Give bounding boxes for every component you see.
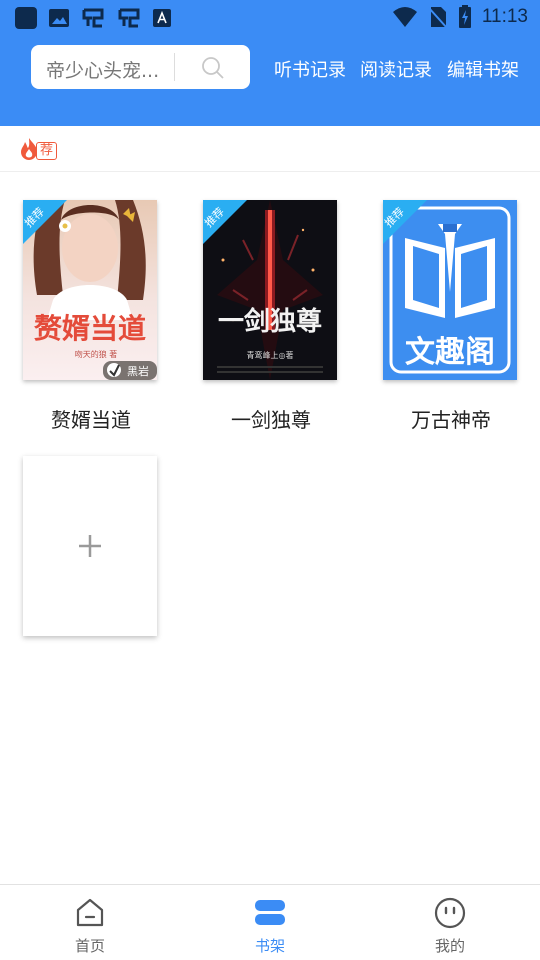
cover-author-text: 青鸾峰上◎著 (247, 350, 294, 360)
image-icon (48, 7, 70, 29)
book-title[interactable]: 万古神帝 (363, 404, 539, 433)
book-cover[interactable]: 一剑独尊 青鸾峰上◎著 推荐 (203, 200, 337, 380)
status-time: 11:13 (481, 6, 528, 27)
no-sim-icon (428, 5, 448, 29)
nav-profile-label: 我的 (434, 937, 465, 955)
app-icon (14, 6, 38, 30)
recommend-corner-badge: 推荐 (23, 200, 67, 244)
cover-publisher-text: 黑岩 (127, 364, 149, 378)
book-title[interactable]: 一剑独尊 (183, 404, 359, 433)
edit-shelf-link[interactable]: 编辑书架 (447, 56, 519, 82)
bug-icon (116, 6, 142, 30)
battery-charging-icon (458, 5, 472, 29)
profile-face-icon (434, 897, 466, 929)
bookshelf-icon (255, 900, 285, 925)
recommend-row[interactable]: 荐 (0, 126, 540, 172)
add-book-button[interactable] (23, 456, 157, 636)
app-header: 11:13 帝少心头宠... 听书记录 阅读记录 编辑书架 (0, 0, 540, 126)
search-divider (174, 53, 175, 81)
cover-title-text: 文趣阁 (405, 335, 495, 370)
bug-icon (80, 6, 106, 30)
plus-icon (79, 535, 101, 557)
book-cover[interactable]: 文趣阁 推荐 (383, 200, 517, 380)
recommend-label: 荐 (36, 142, 58, 160)
nav-bookshelf-label: 书架 (254, 937, 285, 955)
search-icon[interactable] (201, 56, 225, 84)
nav-home-label: 首页 (74, 937, 105, 955)
listen-history-link[interactable]: 听书记录 (274, 56, 346, 82)
status-bar: 11:13 (0, 0, 540, 36)
nav-bookshelf[interactable]: 书架 (220, 885, 320, 960)
search-box[interactable]: 帝少心头宠... (31, 45, 250, 89)
book-cover[interactable]: 赘婿当道 吻天的狼 著 黑岩 推荐 (23, 200, 157, 380)
cover-author-text: 吻天的狼 著 (75, 349, 118, 359)
home-icon (76, 898, 104, 927)
cover-title-text: 赘婿当道 (34, 312, 146, 345)
nav-profile[interactable]: 我的 (400, 885, 500, 960)
keyboard-icon (152, 8, 172, 28)
book-title[interactable]: 赘婿当道 (3, 404, 179, 433)
wifi-icon (392, 6, 418, 28)
nav-home[interactable]: 首页 (40, 885, 140, 960)
bottom-nav: 首页 书架 我的 (0, 884, 540, 960)
recommend-corner-badge: 推荐 (203, 200, 247, 244)
search-input[interactable]: 帝少心头宠... (46, 56, 159, 83)
read-history-link[interactable]: 阅读记录 (360, 56, 432, 82)
recommend-corner-badge: 推荐 (383, 200, 427, 244)
cover-title-text: 一剑独尊 (218, 306, 322, 337)
recommend-badge[interactable]: 荐 (19, 137, 58, 165)
